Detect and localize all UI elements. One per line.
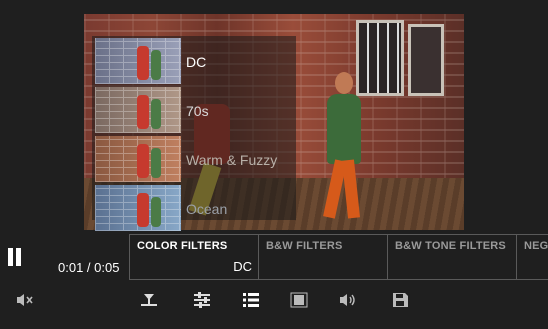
tab-label: B&W TONE FILTERS — [395, 240, 506, 252]
volume-icon[interactable] — [339, 292, 357, 308]
filter-item-70s[interactable]: 70s — [186, 99, 277, 148]
pause-button[interactable] — [7, 248, 23, 266]
filter-thumbnail-70s[interactable] — [95, 87, 181, 133]
man-figure — [309, 72, 379, 222]
crop-icon[interactable] — [290, 292, 308, 308]
trim-icon[interactable] — [140, 292, 158, 308]
tab-negative[interactable]: NEGA — [516, 234, 548, 280]
filter-thumbnail-ocean[interactable] — [95, 185, 181, 231]
tab-label: COLOR FILTERS — [137, 240, 228, 252]
adjust-icon[interactable] — [193, 292, 211, 308]
filter-item-dc[interactable]: DC — [186, 50, 277, 99]
list-icon[interactable] — [242, 292, 260, 308]
filter-thumbnail-dc[interactable] — [95, 38, 181, 84]
tab-label: NEGA — [524, 240, 548, 252]
selected-filter-value: DC — [233, 259, 252, 274]
mute-icon[interactable] — [16, 292, 34, 308]
filter-thumbnails — [95, 38, 181, 234]
playback-controls: 0:01 / 0:05 COLOR FILTERS DC B&W FILTERS… — [0, 234, 548, 280]
time-display: 0:01 / 0:05 — [58, 260, 120, 275]
tab-color-filters[interactable]: COLOR FILTERS DC — [129, 234, 258, 280]
filter-thumbnail-warm-fuzzy[interactable] — [95, 136, 181, 182]
window — [408, 24, 444, 96]
save-icon[interactable] — [391, 292, 409, 308]
tab-label: B&W FILTERS — [266, 240, 343, 252]
filter-list: DC 70s Warm & Fuzzy Ocean — [186, 50, 277, 246]
tab-bw-tone-filters[interactable]: B&W TONE FILTERS — [387, 234, 516, 280]
filter-item-warm-fuzzy[interactable]: Warm & Fuzzy — [186, 148, 277, 197]
tab-bw-filters[interactable]: B&W FILTERS — [258, 234, 387, 280]
bottom-toolbar — [0, 286, 548, 316]
